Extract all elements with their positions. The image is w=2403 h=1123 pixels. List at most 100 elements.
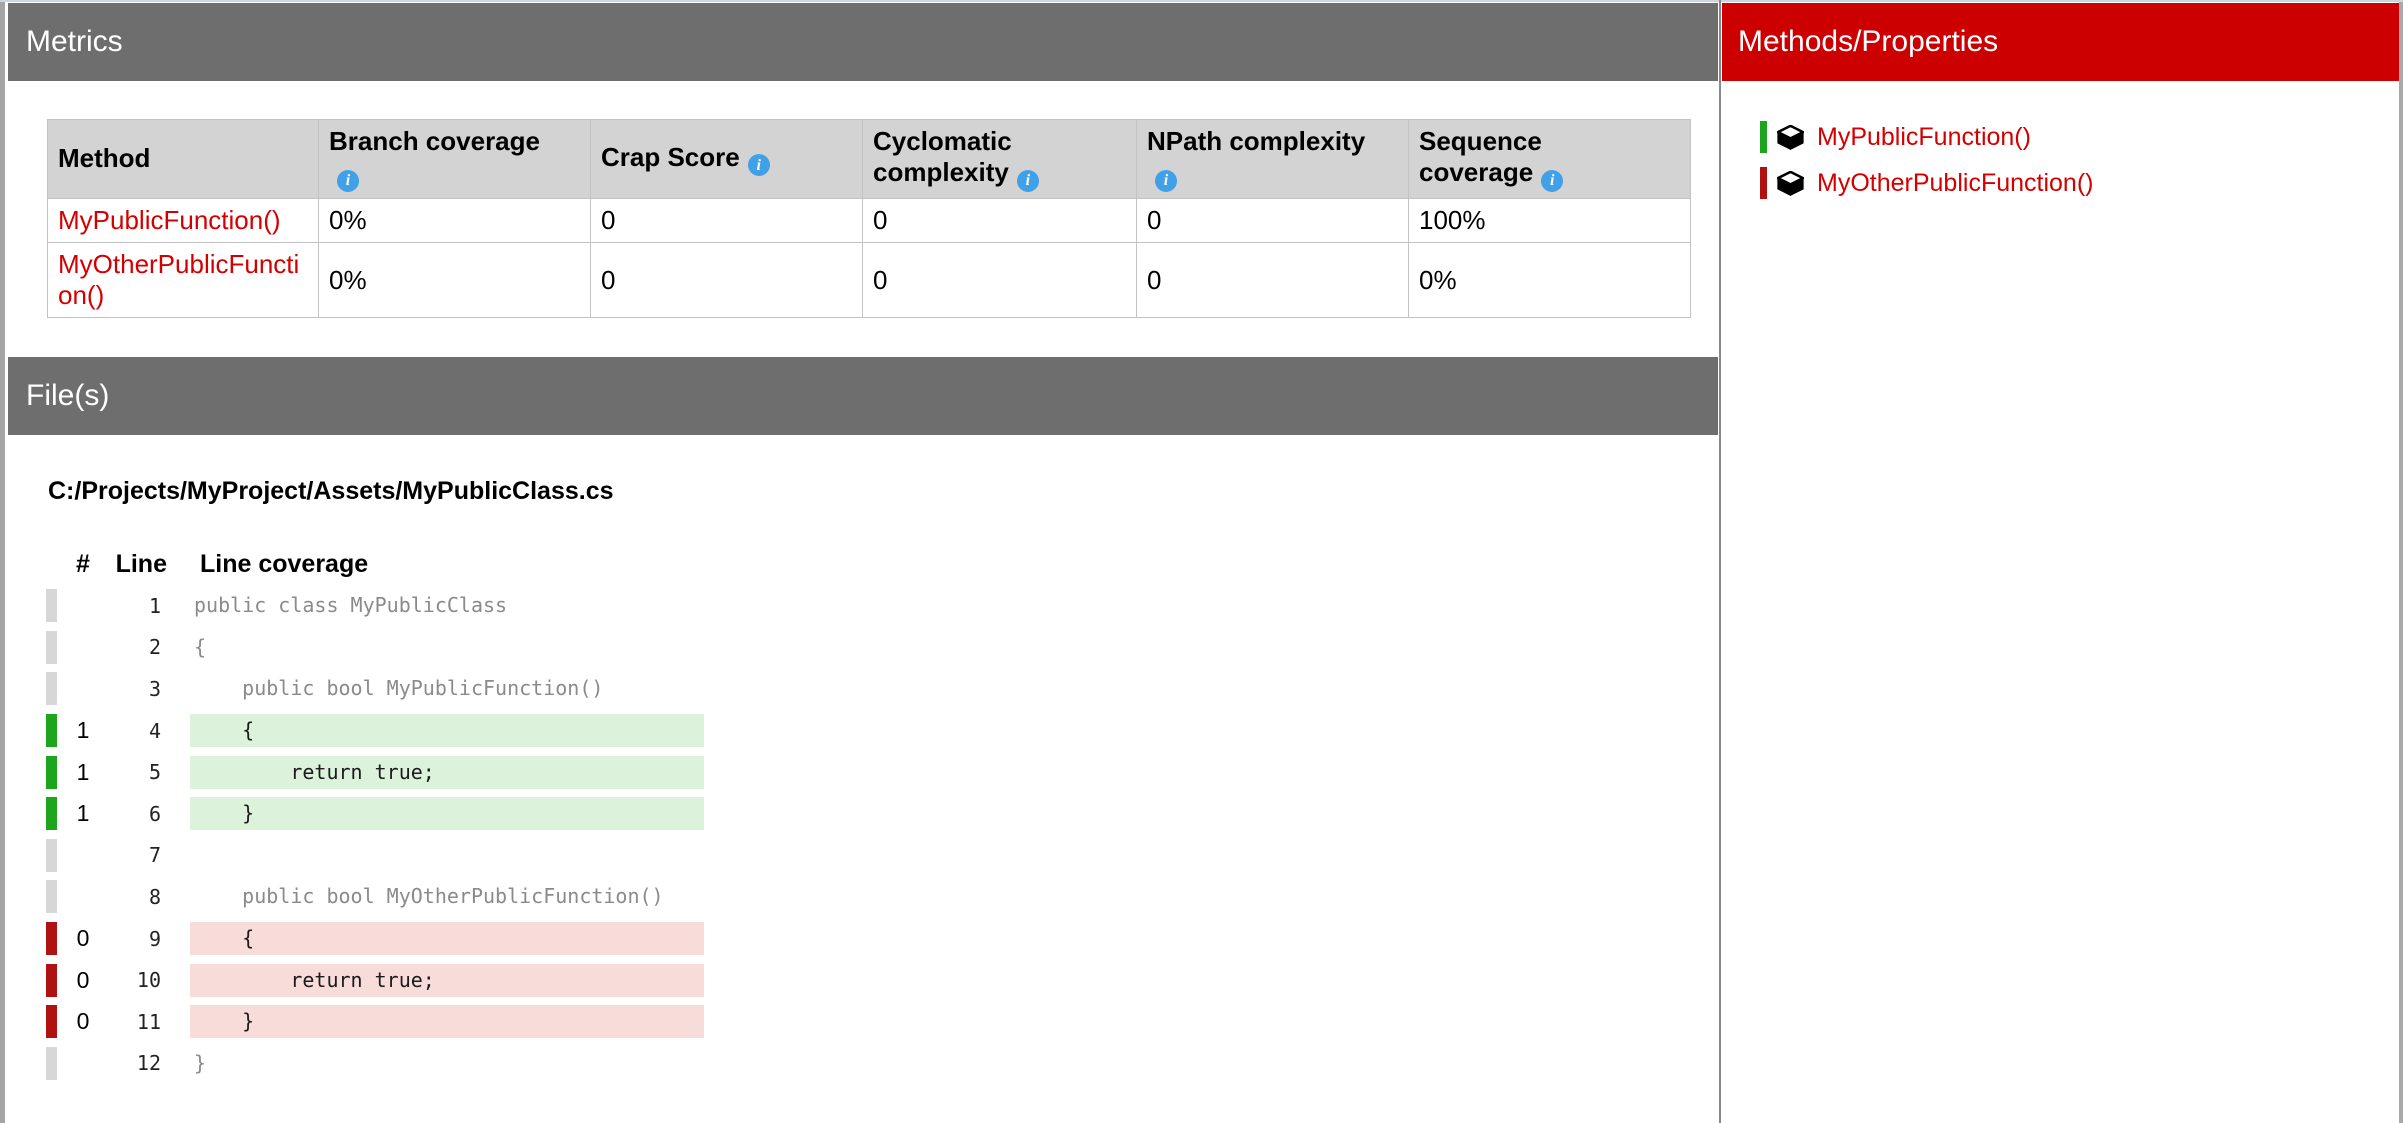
coverage-report-page: Metrics Method Branch coverage i Crap Sc… [0, 0, 2403, 1123]
column-header-cyclomatic-complexity: Cyclomatic complexityi [863, 120, 1137, 199]
methods-section-header: Methods/Properties [1722, 3, 2399, 81]
window-right-edge [2399, 2, 2403, 1123]
hit-count: 1 [63, 759, 103, 786]
column-header-crap-score: Crap Scorei [591, 120, 863, 199]
metrics-table: Method Branch coverage i Crap Scorei Cyc… [47, 119, 1691, 318]
coverage-indicator-bar [46, 589, 57, 622]
line-number: 4 [103, 719, 161, 743]
code-line-row: 0 10 return true; [38, 959, 704, 1001]
npath-complexity-cell: 0 [1137, 198, 1409, 242]
crap-score-cell: 0 [591, 198, 863, 242]
code-line-row: 8 public bool MyOtherPublicFunction() [38, 876, 704, 918]
window-top-edge [0, 0, 2403, 2]
coverage-indicator-bar [46, 880, 57, 913]
sequence-coverage-cell: 100% [1409, 198, 1691, 242]
method-cube-icon [1777, 125, 1804, 150]
code-text: public bool MyOtherPublicFunction() [190, 880, 704, 913]
cyclomatic-complexity-cell: 0 [863, 198, 1137, 242]
metrics-table-row: MyPublicFunction() 0% 0 0 0 100% [48, 198, 1691, 242]
info-icon[interactable]: i [1541, 170, 1563, 192]
hit-count: 1 [63, 717, 103, 744]
method-link[interactable]: MyOtherPublicFunction() [1817, 169, 2093, 198]
methods-panel: Methods/Properties MyPublicFunction() My… [1722, 3, 2399, 1121]
method-cell: MyPublicFunction() [48, 198, 319, 242]
method-link[interactable]: MyPublicFunction() [58, 205, 281, 235]
hits-column-header: # [63, 550, 103, 579]
line-number: 8 [103, 885, 161, 909]
column-header-sequence-coverage: Sequence coveragei [1409, 120, 1691, 199]
code-text: public bool MyPublicFunction() [190, 672, 704, 705]
line-number: 6 [103, 802, 161, 826]
files-section-header: File(s) [8, 357, 1718, 435]
column-header-npath-complexity: NPath complexity i [1137, 120, 1409, 199]
coverage-indicator-bar [46, 964, 57, 997]
code-text: { [190, 714, 704, 747]
metrics-section-header: Metrics [8, 3, 1718, 81]
info-icon[interactable]: i [1017, 170, 1039, 192]
line-number: 12 [103, 1051, 161, 1075]
code-line-row: 3 public bool MyPublicFunction() [38, 668, 704, 710]
file-path: C:/Projects/MyProject/Assets/MyPublicCla… [48, 477, 614, 506]
coverage-indicator-bar [1760, 167, 1767, 199]
hit-count: 0 [63, 925, 103, 952]
methods-title: Methods/Properties [1738, 25, 1998, 59]
coverage-indicator-bar [46, 1005, 57, 1038]
npath-complexity-cell: 0 [1137, 242, 1409, 317]
code-text: } [190, 797, 704, 830]
metrics-title: Metrics [26, 25, 123, 59]
coverage-indicator-bar [46, 714, 57, 747]
line-number: 1 [103, 594, 161, 618]
metrics-table-row: MyOtherPublicFunction() 0% 0 0 0 0% [48, 242, 1691, 317]
line-number: 5 [103, 760, 161, 784]
code-text [190, 839, 704, 872]
line-column-header: Line [109, 550, 167, 579]
line-number: 10 [103, 968, 161, 992]
code-table-header: # Line Line coverage [38, 550, 368, 579]
line-number: 2 [103, 635, 161, 659]
code-text: { [190, 631, 704, 664]
method-link[interactable]: MyOtherPublicFunction() [58, 249, 299, 310]
hit-count: 0 [63, 967, 103, 994]
panel-divider [1719, 0, 1721, 1123]
code-text: } [190, 1047, 704, 1080]
code-line-row: 1 6 } [38, 793, 704, 835]
code-text: return true; [190, 964, 704, 997]
method-link[interactable]: MyPublicFunction() [1817, 123, 2031, 152]
coverage-indicator-bar [46, 922, 57, 955]
coverage-indicator-bar [46, 631, 57, 664]
code-text: } [190, 1005, 704, 1038]
line-number: 11 [103, 1010, 161, 1034]
info-icon[interactable]: i [1155, 170, 1177, 192]
files-title: File(s) [26, 379, 109, 413]
line-number: 7 [103, 843, 161, 867]
window-left-edge [0, 2, 5, 1123]
code-lines: 1 public class MyPublicClass 2 { 3 publi… [38, 585, 704, 1084]
code-line-row: 7 [38, 835, 704, 877]
code-text: return true; [190, 756, 704, 789]
column-header-method: Method [48, 120, 319, 199]
column-header-branch-coverage: Branch coverage i [319, 120, 591, 199]
coverage-indicator-bar [46, 1047, 57, 1080]
code-text: public class MyPublicClass [190, 589, 704, 622]
crap-score-cell: 0 [591, 242, 863, 317]
branch-coverage-cell: 0% [319, 198, 591, 242]
method-list-item[interactable]: MyPublicFunction() [1722, 114, 2399, 160]
info-icon[interactable]: i [748, 154, 770, 176]
hit-count: 0 [63, 1008, 103, 1035]
line-number: 9 [103, 927, 161, 951]
main-column: Metrics Method Branch coverage i Crap Sc… [8, 3, 1718, 1121]
coverage-indicator-bar [46, 797, 57, 830]
hit-count: 1 [63, 800, 103, 827]
method-list-item[interactable]: MyOtherPublicFunction() [1722, 160, 2399, 206]
metrics-table-header-row: Method Branch coverage i Crap Scorei Cyc… [48, 120, 1691, 199]
code-line-row: 0 9 { [38, 918, 704, 960]
method-list: MyPublicFunction() MyOtherPublicFunction… [1722, 114, 2399, 206]
method-cell: MyOtherPublicFunction() [48, 242, 319, 317]
code-text: { [190, 922, 704, 955]
cyclomatic-complexity-cell: 0 [863, 242, 1137, 317]
code-line-row: 1 5 return true; [38, 751, 704, 793]
info-icon[interactable]: i [337, 170, 359, 192]
line-number: 3 [103, 677, 161, 701]
code-line-row: 1 public class MyPublicClass [38, 585, 704, 627]
coverage-indicator-bar [1760, 121, 1767, 153]
